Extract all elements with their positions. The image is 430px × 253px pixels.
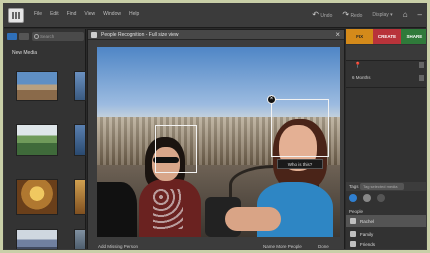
menu-find[interactable]: Find xyxy=(67,11,77,17)
media-thumbnail[interactable] xyxy=(74,71,86,101)
minimize-icon[interactable]: – xyxy=(418,10,422,19)
close-icon[interactable]: × xyxy=(335,30,340,39)
face-box-selected[interactable]: × xyxy=(267,95,329,157)
list-view-tab[interactable] xyxy=(19,33,29,40)
person-tag-icon xyxy=(350,218,356,224)
menu-help[interactable]: Help xyxy=(129,11,139,17)
dialog-title: People Recognition - Full size view xyxy=(101,32,179,38)
tag-row-friends[interactable]: Friends xyxy=(346,238,426,249)
search-icon xyxy=(34,33,39,39)
app-logo-icon xyxy=(8,8,24,23)
panel-toolbar xyxy=(346,45,426,61)
people-recognition-dialog: People Recognition - Full size view × × … xyxy=(87,29,345,249)
search-placeholder: Search xyxy=(40,34,55,39)
redo-label: Redo xyxy=(350,13,363,19)
search-input[interactable]: Search xyxy=(32,32,84,41)
group-tag-icon xyxy=(350,241,356,247)
media-thumbnail[interactable] xyxy=(16,229,58,249)
tag-row-rachel[interactable]: Rachel xyxy=(346,215,426,227)
display-button[interactable]: Display ▾ xyxy=(372,12,392,18)
name-more-people-button[interactable]: Name More People xyxy=(263,244,302,249)
tag-label: Rachel xyxy=(360,219,375,224)
tag-category-icons xyxy=(349,194,385,202)
events-tags-icon[interactable] xyxy=(377,194,385,202)
media-thumbnail[interactable] xyxy=(16,124,58,156)
pin-icon[interactable]: 📍 xyxy=(354,62,361,69)
tab-fix[interactable]: FIX xyxy=(346,29,374,44)
tag-search-input[interactable]: Tag selected media xyxy=(360,183,404,190)
tab-create[interactable]: CREATE xyxy=(373,29,401,44)
media-thumbnail[interactable] xyxy=(74,179,86,215)
menu-right: ↶ Undo ↷ Redo Display ▾ ⌂ – xyxy=(312,10,422,19)
undo-icon: ↶ xyxy=(312,10,319,19)
face-box[interactable] xyxy=(155,125,197,173)
menu-edit[interactable]: Edit xyxy=(50,11,59,17)
full-size-photo: × Who is this? xyxy=(97,47,340,237)
redo-button[interactable]: ↷ Redo xyxy=(342,10,362,19)
tags-label: Tags xyxy=(349,184,359,189)
redo-icon: ↷ xyxy=(342,10,350,19)
tag-label: Friends xyxy=(360,242,376,247)
menu-bar: File Edit Find View Window Help ↶ Undo ↷… xyxy=(4,4,426,28)
right-panel: FIX CREATE SHARE 📍 6 Months Tags Tag sel… xyxy=(346,29,426,249)
app-window: File Edit Find View Window Help ↶ Undo ↷… xyxy=(3,3,427,250)
media-browser-panel: Search New Media xyxy=(4,29,86,249)
name-input[interactable]: Who is this? xyxy=(277,159,323,169)
tab-share[interactable]: SHARE xyxy=(400,29,426,44)
grid-view-tab[interactable] xyxy=(7,33,17,40)
menu-view[interactable]: View xyxy=(84,11,95,17)
done-button[interactable]: Done xyxy=(318,244,329,249)
menu-window[interactable]: Window xyxy=(103,11,121,17)
view-tabs xyxy=(7,33,29,40)
media-thumbnail[interactable] xyxy=(74,124,86,156)
people-tags-icon[interactable] xyxy=(349,194,357,202)
group-tag-icon xyxy=(350,231,356,237)
people-label: People xyxy=(349,209,364,214)
add-missing-person-button[interactable]: Add Missing Person xyxy=(98,244,138,249)
remove-face-icon[interactable]: × xyxy=(267,95,276,104)
mode-tabs: FIX CREATE SHARE xyxy=(346,29,426,44)
undo-button[interactable]: ↶ Undo xyxy=(312,10,332,19)
media-thumbnail[interactable] xyxy=(16,179,58,215)
menu-file[interactable]: File xyxy=(34,11,42,17)
places-tags-icon[interactable] xyxy=(363,194,371,202)
section-label: New Media xyxy=(12,50,38,56)
menu-items: File Edit Find View Window Help xyxy=(34,11,139,17)
display-label: Display xyxy=(372,11,389,18)
panel-options-icon[interactable] xyxy=(419,62,424,68)
timeline-range: 6 Months xyxy=(352,75,371,80)
dialog-titlebar: People Recognition - Full size view × xyxy=(88,30,344,40)
dialog-logo-icon xyxy=(91,32,97,38)
calendar-icon[interactable] xyxy=(419,75,424,81)
home-icon[interactable]: ⌂ xyxy=(403,10,408,19)
media-thumbnail[interactable] xyxy=(74,229,86,249)
undo-label: Undo xyxy=(320,13,333,19)
media-thumbnail[interactable] xyxy=(16,71,58,101)
dialog-footer: Add Missing Person Name More People Done xyxy=(88,242,344,249)
tag-label: Family xyxy=(360,232,374,237)
